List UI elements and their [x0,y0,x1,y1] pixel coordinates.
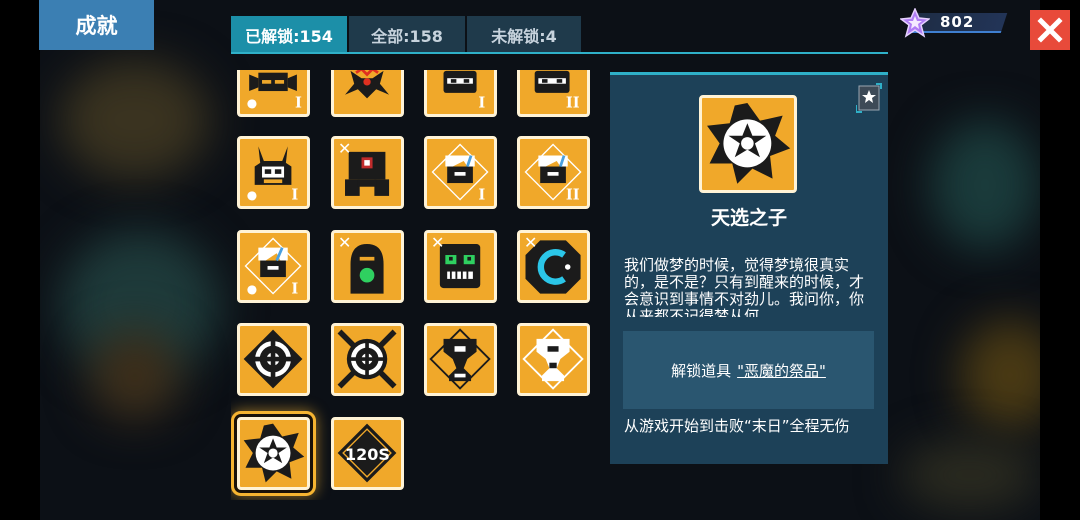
achievement-detail-panel: 天选之子 我们做梦的时候，觉得梦境很真实的，是不是？只有到醒来的时候，才会意识到… [610,72,888,464]
120s-label: 120S [345,445,390,464]
achievement-tile[interactable]: I [424,136,497,209]
white-hair-icon: II [524,143,582,204]
white-hair-icon: I [431,143,489,204]
share-icon[interactable] [856,83,882,113]
svg-text:I: I [291,187,298,204]
trophy-white-icon [522,328,584,390]
star-gem-icon [900,8,930,38]
target-cross-icon [337,329,397,389]
close-button[interactable] [1030,10,1070,50]
tab-locked[interactable]: 未解锁:4 [467,16,581,53]
achievement-tile[interactable]: I [237,136,310,209]
achievement-tile[interactable]: 120S [331,417,404,490]
achievement-tile[interactable]: ✕ [331,136,404,209]
achievement-tile[interactable]: ✕ [517,230,590,303]
achievement-tile[interactable]: I [424,70,497,117]
skull-robot-icon: I [247,72,302,112]
helmet-robot-icon: I [443,70,485,112]
unlock-item-link[interactable]: "恶魔的祭品" [737,360,826,381]
horned-robot-icon: I [247,146,298,204]
achievement-tile[interactable]: II [517,70,590,117]
close-icon [1037,17,1063,43]
svg-text:II: II [566,95,580,112]
locked-x-icon: ✕ [338,139,352,158]
achievement-tile[interactable] [424,323,497,396]
achievement-name: 天选之子 [710,207,787,229]
tab-unlocked[interactable]: 已解锁:154 [231,16,347,53]
achievement-tile[interactable]: I [237,230,310,303]
white-hair-icon: I [244,237,302,298]
locked-x-icon: ✕ [524,233,538,252]
achievement-tile[interactable]: I [237,70,310,117]
achievement-tile[interactable]: ✕ [331,230,404,303]
tab-all[interactable]: 全部:158 [349,16,465,53]
chosen-one-icon [707,103,791,184]
svg-text:I: I [291,281,298,298]
achievement-tile[interactable] [237,323,310,396]
locked-x-icon: ✕ [338,233,352,252]
achievement-description: 我们做梦的时候，觉得梦境很真实的，是不是？只有到醒来的时候，才会意识到事情不对劲… [624,257,865,317]
tab-underline [231,52,888,54]
page-title: 成就 [39,0,154,50]
achievement-condition: 从游戏开始到击败“末日”全程无伤 [624,417,850,435]
locked-x-icon: ✕ [431,233,445,252]
svg-text:I: I [478,187,485,204]
chosen-one-icon [243,423,305,483]
svg-text:I: I [478,95,485,112]
red-spider-icon [345,70,390,99]
achievement-tile[interactable] [517,323,590,396]
unlock-reward-box: 解锁道具 "恶魔的祭品" [623,331,874,409]
helmet-robot-icon: II [534,70,580,112]
unlock-label: 解锁道具 [671,361,732,380]
svg-text:I: I [295,95,302,112]
achievement-grid[interactable]: I I II I ✕ I II I ✕ ✕ ✕ 120S [231,70,601,500]
tab-bar: 已解锁:154 全部:158 未解锁:4 [231,16,583,54]
trophy-dark-icon [429,328,491,390]
svg-text:II: II [566,187,580,204]
achievement-tile[interactable] [331,70,404,117]
achievement-tile-selected[interactable] [237,417,310,490]
achievement-tile[interactable]: ✕ [424,230,497,303]
achievement-tile[interactable]: II [517,136,590,209]
currency-value: 802 [940,13,975,31]
achievement-tile[interactable] [331,323,404,396]
detail-achievement-icon [699,95,797,193]
currency-display: 802 [900,8,1008,38]
target-diamond-icon [243,329,303,389]
